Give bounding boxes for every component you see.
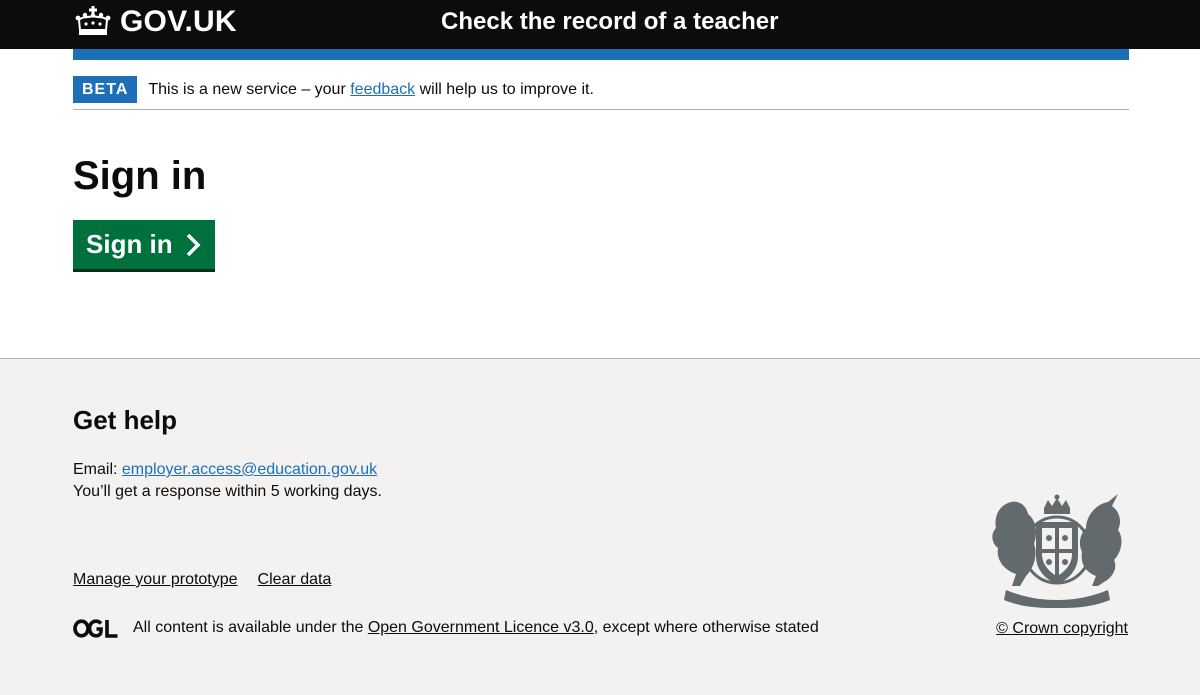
licence-text-after: , except where otherwise stated [593, 619, 819, 636]
royal-coat-of-arms-icon [992, 494, 1122, 608]
footer-heading: Get help [73, 405, 178, 435]
phase-banner: BETA This is a new service – your feedba… [73, 60, 1129, 110]
beta-tag: BETA [73, 76, 138, 103]
phase-text-before: This is a new service – your [148, 80, 351, 98]
phase-text-after: will help us to improve it. [415, 80, 594, 98]
email-line: Email: employer.access@education.gov.uk [73, 459, 377, 481]
clear-data-link[interactable]: Clear data [258, 569, 332, 591]
govuk-logo-link[interactable]: GOV.UK [73, 5, 237, 39]
service-name-link[interactable]: Check the record of a teacher [441, 6, 778, 38]
manage-prototype-link[interactable]: Manage your prototype [73, 569, 238, 591]
main-wrapper: BETA This is a new service – your feedba… [0, 49, 1200, 358]
sign-in-button[interactable]: Sign in [73, 220, 215, 269]
page-container: BETA This is a new service – your feedba… [73, 49, 1129, 269]
chevron-right-icon [186, 233, 201, 256]
email-link[interactable]: employer.access@education.gov.uk [122, 461, 377, 478]
crown-copyright-link[interactable]: © Crown copyright [996, 618, 1128, 640]
phase-banner-text: This is a new service – your feedback wi… [148, 80, 594, 100]
feedback-link[interactable]: feedback [350, 81, 415, 98]
page-title: Sign in [73, 154, 207, 198]
response-text: You’ll get a response within 5 working d… [73, 483, 382, 500]
email-label: Email: [73, 461, 122, 478]
ogl-logo-icon [73, 618, 118, 638]
footer: Get help Email: employer.access@educatio… [0, 358, 1200, 695]
licence-text-before: All content is available under the [133, 619, 368, 636]
licence-line: All content is available under the Open … [73, 617, 819, 639]
ogl-link[interactable]: Open Government Licence v3.0 [368, 619, 594, 636]
sign-in-button-label: Sign in [86, 229, 173, 259]
header-container: GOV.UK Check the record of a teacher [73, 0, 1129, 49]
licence-text: All content is available under the Open … [133, 617, 819, 639]
header-blue-bar [73, 49, 1129, 60]
logo-text: GOV.UK [120, 5, 237, 38]
crown-icon [75, 6, 111, 35]
footer-links: Manage your prototype Clear data [73, 569, 331, 591]
header: GOV.UK Check the record of a teacher [0, 0, 1200, 49]
